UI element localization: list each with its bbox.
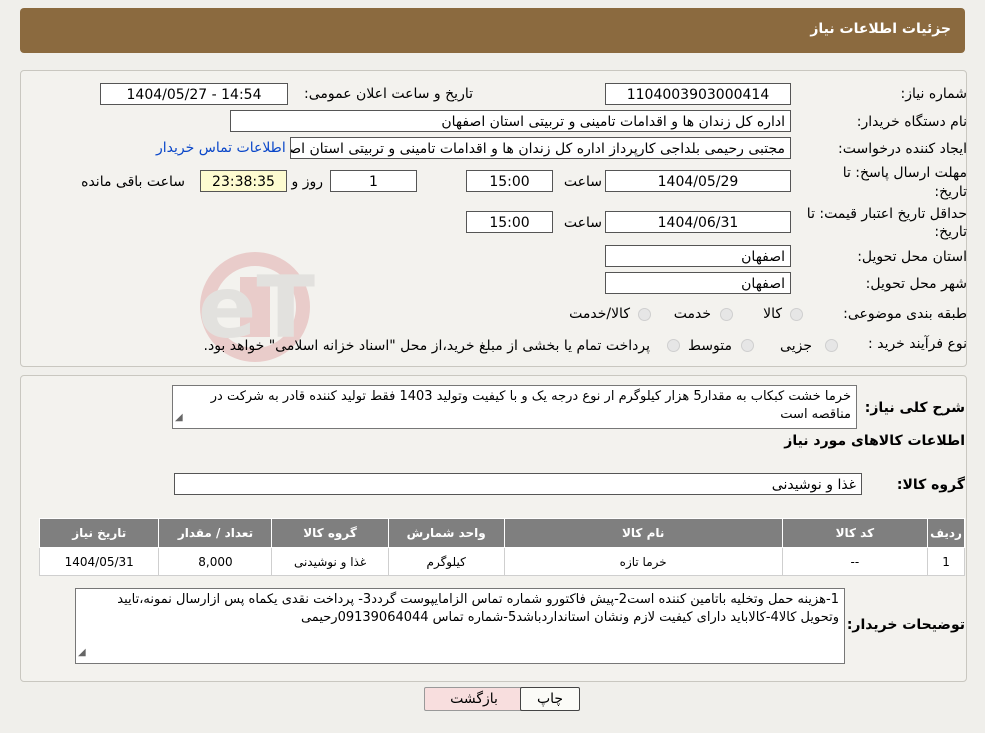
page-header: جزئیات اطلاعات نیاز (20, 8, 965, 53)
category-radio-goods[interactable] (790, 308, 803, 321)
validity-label-line1: حداقل تاریخ اعتبار قیمت: تا (806, 206, 967, 222)
table-row: 1 -- خرما تازه کیلوگرم غذا و نوشیدنی 8,0… (38, 547, 965, 576)
city-field: اصفهان (605, 272, 791, 294)
goods-group-field: غذا و نوشیدنی (174, 473, 862, 495)
summary-text: خرما خشت کبکاب به مقدار5 هزار کیلوگرم ار… (210, 389, 851, 422)
page-title: جزئیات اطلاعات نیاز (810, 21, 951, 37)
validity-date-field: 1404/06/31 (605, 211, 791, 233)
days-remaining-field: 1 (330, 170, 417, 192)
province-field: اصفهان (605, 245, 791, 267)
validity-label-line2: تاریخ: (934, 224, 967, 240)
category-option-goods-service: کالا/خدمت (569, 306, 630, 322)
summary-textarea[interactable]: خرما خشت کبکاب به مقدار5 هزار کیلوگرم ار… (172, 385, 857, 429)
col-header-row-number: ردیف (927, 518, 965, 548)
resize-grip-icon[interactable]: ◢ (78, 644, 86, 662)
summary-label: شرح کلی نیاز: (864, 400, 965, 416)
need-number-field: 1104003903000414 (605, 83, 791, 105)
validity-time-field: 15:00 (466, 211, 553, 233)
buyer-label: نام دستگاه خریدار: (856, 114, 967, 130)
col-header-unit: واحد شمارش (387, 518, 505, 548)
col-header-group: گروه کالا (271, 518, 389, 548)
cell-group: غذا و نوشیدنی (271, 547, 389, 576)
cell-need-date: 1404/05/31 (38, 547, 160, 576)
goods-info-title: اطلاعات کالاهای مورد نیاز (784, 433, 965, 449)
resize-grip-icon[interactable]: ◢ (175, 409, 183, 427)
print-button[interactable]: چاپ (520, 687, 580, 711)
process-option-medium: متوسط (688, 338, 732, 354)
category-option-service: خدمت (673, 306, 711, 322)
creator-label: ایجاد کننده درخواست: (838, 141, 967, 157)
time-remaining-field: 23:38:35 (200, 170, 287, 192)
back-button[interactable]: بازگشت (424, 687, 524, 711)
process-radio-medium[interactable] (741, 339, 754, 352)
need-number-label: شماره نیاز: (900, 86, 968, 102)
cell-row-number: 1 (927, 547, 965, 576)
goods-table-header-row: ردیف کد کالا نام کالا واحد شمارش گروه کا… (38, 518, 965, 548)
days-label: روز و (291, 174, 324, 190)
deadline-time-label: ساعت (563, 174, 602, 190)
deadline-date-field: 1404/05/29 (605, 170, 791, 192)
cell-name: خرما تازه (503, 547, 783, 576)
deadline-label-line2: تاریخ: (934, 184, 967, 200)
creator-field: مجتبی رحیمی بلداجی کارپرداز اداره کل زند… (290, 137, 791, 159)
buyer-notes-label: توضیحات خریدار: (846, 617, 965, 633)
process-note-text: پرداخت تمام یا بخشی از مبلغ خرید،از محل … (203, 338, 650, 354)
col-header-need-date: تاریخ نیاز (38, 518, 160, 548)
validity-time-label: ساعت (563, 215, 602, 231)
buyer-field: اداره کل زندان ها و اقدامات تامینی و ترب… (230, 110, 791, 132)
buyer-notes-textarea[interactable]: 1-هزینه حمل وتخلیه باتامین کننده است2-پی… (75, 588, 845, 664)
goods-group-label: گروه کالا: (896, 477, 965, 493)
cell-unit: کیلوگرم (387, 547, 505, 576)
category-option-goods: کالا (763, 306, 782, 322)
process-type-label: نوع فرآیند خرید : (868, 336, 967, 352)
category-label: طبقه بندی موضوعی: (843, 306, 967, 322)
announce-field: 1404/05/27 - 14:54 (100, 83, 288, 105)
deadline-time-field: 15:00 (466, 170, 553, 192)
category-radio-goods-service[interactable] (638, 308, 651, 321)
process-radio-minor[interactable] (825, 339, 838, 352)
cell-code: -- (781, 547, 929, 576)
announce-label: تاریخ و ساعت اعلان عمومی: (304, 86, 473, 102)
col-header-quantity: تعداد / مقدار (158, 518, 273, 548)
buyer-notes-text: 1-هزینه حمل وتخلیه باتامین کننده است2-پی… (117, 592, 839, 625)
goods-table: ردیف کد کالا نام کالا واحد شمارش گروه کا… (38, 518, 965, 576)
process-note-checkbox[interactable] (667, 339, 680, 352)
category-radio-service[interactable] (720, 308, 733, 321)
province-label: استان محل تحویل: (857, 249, 967, 265)
process-option-minor: جزیی (780, 338, 812, 354)
col-header-name: نام کالا (503, 518, 783, 548)
cell-quantity: 8,000 (158, 547, 273, 576)
deadline-label-line1: مهلت ارسال پاسخ: تا (842, 165, 967, 181)
time-remaining-label: ساعت باقی مانده (81, 174, 185, 190)
buyer-contact-link[interactable]: اطلاعات تماس خریدار (156, 140, 286, 156)
col-header-code: کد کالا (781, 518, 929, 548)
city-label: شهر محل تحویل: (865, 276, 967, 292)
